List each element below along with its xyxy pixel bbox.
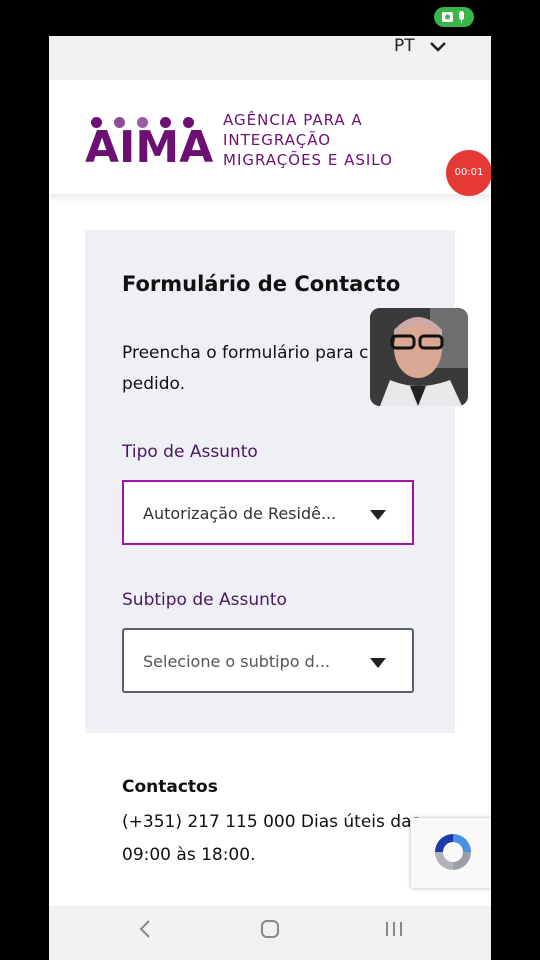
tipo-label: Tipo de Assunto bbox=[122, 442, 258, 462]
site-header: AIMA AGÊNCIA PARA A INTEGRAÇÃO MIGRAÇÕES… bbox=[49, 80, 491, 196]
system-nav-bar bbox=[49, 906, 491, 960]
status-indicator bbox=[434, 7, 474, 27]
caret-down-icon bbox=[370, 658, 386, 668]
tipo-select[interactable]: Autorização de Residê... bbox=[122, 480, 414, 545]
aima-logo[interactable]: AIMA AGÊNCIA PARA A INTEGRAÇÃO MIGRAÇÕES… bbox=[85, 108, 415, 173]
recents-button[interactable] bbox=[383, 918, 405, 946]
logo-line-2: INTEGRAÇÃO bbox=[223, 131, 331, 149]
home-button[interactable] bbox=[259, 918, 281, 946]
back-button[interactable] bbox=[137, 918, 153, 946]
recording-timer[interactable]: 00:01 bbox=[446, 150, 491, 196]
logo-line-1: AGÊNCIA PARA A bbox=[223, 111, 363, 129]
subtipo-label: Subtipo de Assunto bbox=[122, 590, 287, 610]
top-bar: PT bbox=[49, 36, 491, 80]
chevron-down-icon bbox=[430, 42, 446, 52]
caret-down-icon bbox=[370, 510, 386, 520]
recents-icon bbox=[386, 922, 402, 936]
video-overlay[interactable] bbox=[370, 308, 468, 406]
tipo-value: Autorização de Residê... bbox=[143, 504, 337, 523]
home-icon bbox=[261, 920, 279, 938]
recaptcha-badge[interactable] bbox=[411, 818, 491, 888]
browser-viewport: PT AIMA AGÊNCIA PARA A INTEGRAÇÃO MIGRAÇ… bbox=[49, 36, 491, 960]
language-selector[interactable]: PT bbox=[394, 36, 464, 58]
logo-wordmark: AIMA bbox=[85, 122, 214, 173]
subtipo-select[interactable]: Selecione o subtipo d... bbox=[122, 628, 414, 693]
contacts-heading: Contactos bbox=[122, 777, 218, 797]
person-video-icon bbox=[370, 308, 468, 406]
logo-tagline: AGÊNCIA PARA A INTEGRAÇÃO MIGRAÇÕES E AS… bbox=[223, 110, 393, 170]
contacts-text: (+351) 217 115 000 Dias úteis das 09:00 … bbox=[122, 812, 421, 865]
logo-line-3: MIGRAÇÕES E ASILO bbox=[223, 151, 393, 169]
back-icon bbox=[139, 920, 150, 938]
form-title: Formulário de Contacto bbox=[122, 272, 401, 296]
contact-form-card: Formulário de Contacto Preencha o formul… bbox=[85, 230, 455, 733]
subtipo-placeholder: Selecione o subtipo d... bbox=[143, 652, 331, 671]
language-label: PT bbox=[394, 36, 415, 56]
recaptcha-icon bbox=[435, 834, 471, 870]
